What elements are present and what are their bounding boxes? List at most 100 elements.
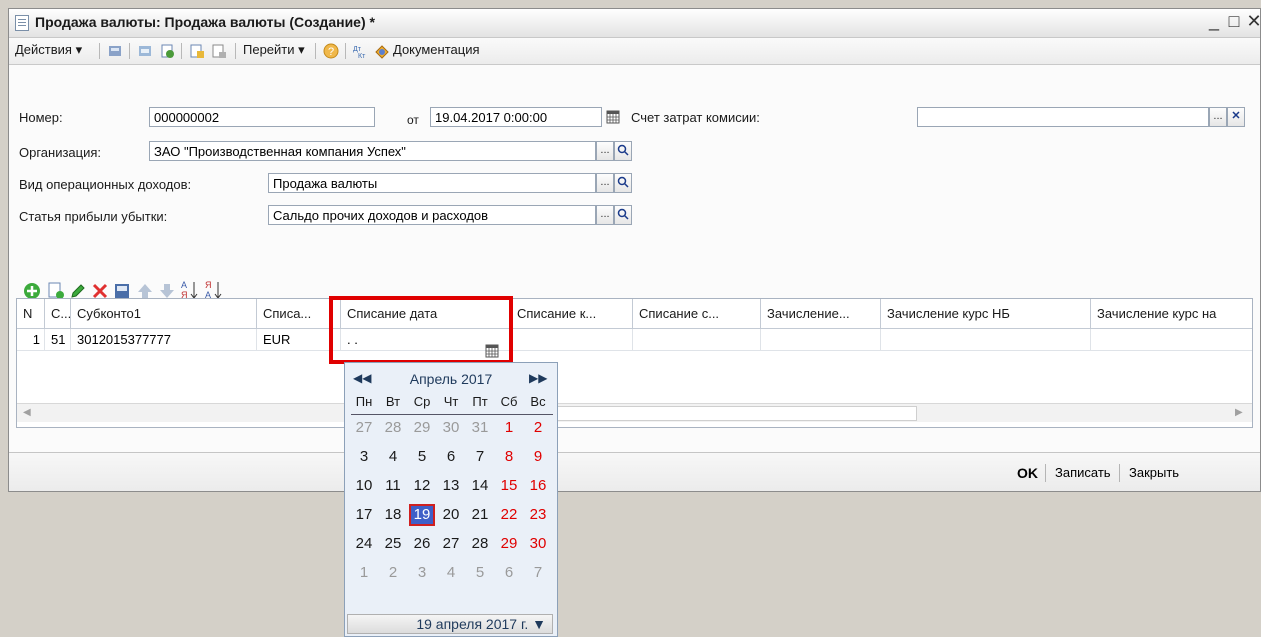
calendar-day[interactable]: 6 [496,562,522,584]
calendar-day[interactable]: 1 [351,562,377,584]
calendar-day[interactable]: 10 [351,475,377,497]
organization-open-button[interactable] [614,141,632,161]
documentation-icon[interactable] [374,43,390,59]
today-button[interactable]: 19 апреля 2017 г. ▼ [347,614,553,634]
column-header[interactable]: N [17,299,45,329]
print-icon[interactable] [211,43,227,59]
calendar-day[interactable]: 15 [496,475,522,497]
post-icon[interactable] [107,43,123,59]
next-month-icon[interactable]: ▶▶ [529,371,547,385]
table-cell[interactable] [761,329,881,351]
calendar-day[interactable]: 18 [380,504,406,526]
minimize-button[interactable]: _ [1203,11,1225,32]
save-button[interactable]: Записать [1055,465,1111,480]
dt-kt-icon[interactable]: ДтКт [352,43,368,59]
calendar-day[interactable]: 28 [380,417,406,439]
horizontal-scrollbar[interactable]: ◀ ▶ [17,403,1252,422]
table-cell[interactable] [881,329,1091,351]
magnifier-icon [617,176,629,188]
column-header[interactable]: С... [45,299,71,329]
calendar-popup: ◀◀ Апрель 2017 ▶▶ Пн Вт Ср Чт Пт Сб Вс 27 28 29 30… [344,362,558,637]
table-cell[interactable] [1091,329,1252,351]
calendar-day[interactable]: 14 [467,475,493,497]
calendar-day[interactable]: 2 [380,562,406,584]
calendar-day[interactable]: 17 [351,504,377,526]
calendar-day[interactable]: 27 [438,533,464,555]
organization-select-button[interactable]: ... [596,141,614,161]
income-type-open-button[interactable] [614,173,632,193]
calendar-day[interactable]: 12 [409,475,435,497]
calendar-day[interactable]: 21 [467,504,493,526]
expense-account-field[interactable] [917,107,1209,127]
calendar-day[interactable]: 24 [351,533,377,555]
income-type-field[interactable]: Продажа валюты [268,173,596,193]
calendar-day[interactable]: 20 [438,504,464,526]
calendar-day[interactable]: 30 [525,533,551,555]
column-header[interactable]: Зачисление курс на [1091,299,1252,329]
table-cell[interactable]: 3012015377777 [71,329,257,351]
column-header[interactable]: Списание с... [633,299,761,329]
organization-field[interactable]: ЗАО "Производственная компания Успех" [149,141,596,161]
profit-item-open-button[interactable] [614,205,632,225]
calendar-icon[interactable] [606,110,620,124]
calendar-day[interactable]: 3 [409,562,435,584]
calendar-day[interactable]: 27 [351,417,377,439]
calendar-day[interactable]: 29 [496,533,522,555]
calendar-day[interactable]: 1 [496,417,522,439]
calendar-day[interactable]: 28 [467,533,493,555]
calendar-day[interactable]: 5 [409,446,435,468]
table-cell[interactable] [633,329,761,351]
scroll-left-icon[interactable]: ◀ [23,407,31,418]
income-type-select-button[interactable]: ... [596,173,614,193]
calendar-day[interactable]: 23 [525,504,551,526]
calendar-day[interactable]: 25 [380,533,406,555]
expense-account-select-button[interactable]: ... [1209,107,1227,127]
calendar-day[interactable]: 4 [438,562,464,584]
calendar-day[interactable]: 11 [380,475,406,497]
calendar-day[interactable]: 7 [467,446,493,468]
refresh-icon[interactable] [137,43,153,59]
calendar-day[interactable]: 2 [525,417,551,439]
calendar-day[interactable]: 3 [351,446,377,468]
calendar-day[interactable]: 19 [409,504,435,526]
maximize-button[interactable]: □ [1223,11,1245,32]
scroll-right-icon[interactable]: ▶ [1235,407,1243,418]
help-icon[interactable]: ? [323,43,339,59]
calendar-day[interactable]: 26 [409,533,435,555]
close-button[interactable]: ✕ [1243,11,1260,32]
close-form-button[interactable]: Закрыть [1129,465,1179,480]
magnifier-icon [617,208,629,220]
calendar-day[interactable]: 6 [438,446,464,468]
date-field[interactable]: 19.04.2017 0:00:00 [430,107,602,127]
goto-menu[interactable]: Перейти ▾ [243,42,305,58]
actions-menu[interactable]: Действия ▾ [15,42,82,58]
number-field[interactable]: 000000002 [149,107,375,127]
calendar-day[interactable]: 30 [438,417,464,439]
column-header[interactable]: Зачисление... [761,299,881,329]
calendar-day[interactable]: 9 [525,446,551,468]
structure-icon[interactable] [189,43,205,59]
documentation-link[interactable]: Документация [393,42,480,57]
calendar-day[interactable]: 16 [525,475,551,497]
weekday-label: Сб [500,394,518,409]
copy-icon[interactable] [159,43,175,59]
table-cell[interactable]: 51 [45,329,71,351]
calendar-day[interactable]: 5 [467,562,493,584]
column-header[interactable]: Зачисление курс НБ [881,299,1091,329]
column-header[interactable]: Субконто1 [71,299,257,329]
ok-button[interactable]: OK [1017,465,1038,481]
table-cell[interactable]: 1 [17,329,45,351]
expense-account-clear-button[interactable]: ✕ [1227,107,1245,127]
calendar-day[interactable]: 31 [467,417,493,439]
calendar-day[interactable]: 4 [380,446,406,468]
magnifier-icon [617,144,629,156]
profit-item-select-button[interactable]: ... [596,205,614,225]
calendar-day[interactable]: 13 [438,475,464,497]
calendar-day[interactable]: 7 [525,562,551,584]
calendar-day[interactable]: 8 [496,446,522,468]
calendar-day[interactable]: 29 [409,417,435,439]
calendar-day[interactable]: 22 [496,504,522,526]
profit-item-field[interactable]: Сальдо прочих доходов и расходов [268,205,596,225]
column-header[interactable]: Списание к... [511,299,633,329]
table-cell[interactable] [511,329,633,351]
